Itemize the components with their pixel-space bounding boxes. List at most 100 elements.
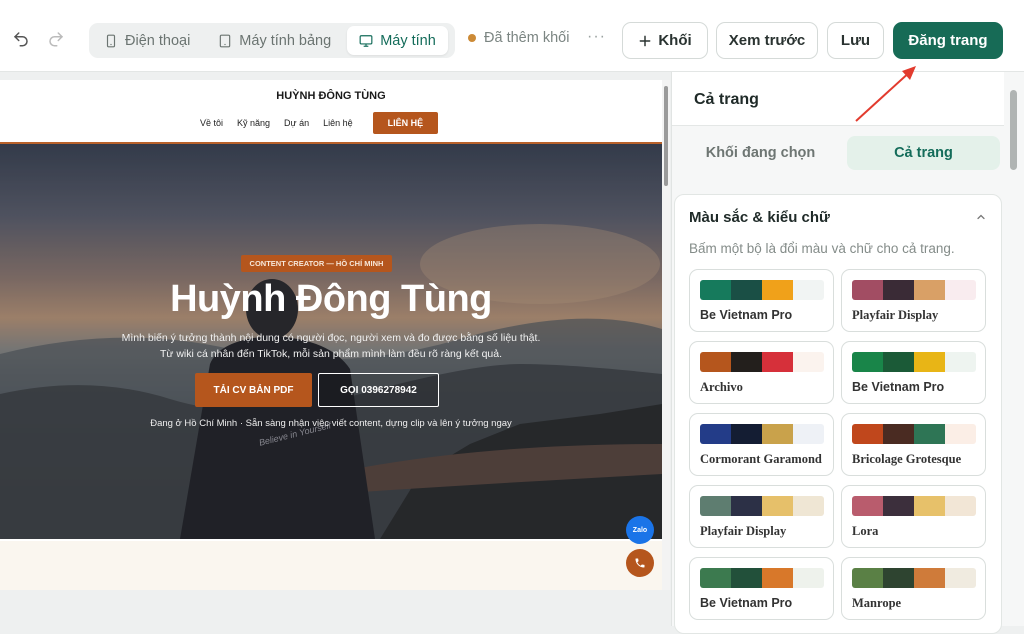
site-nav-item[interactable]: Liên hệ: [323, 118, 353, 128]
theme-swatches: [700, 280, 824, 300]
save-status: Đã thêm khối: [468, 30, 569, 46]
color-swatch: [883, 424, 914, 444]
panel-scroll-thumb[interactable]: [1010, 90, 1017, 170]
theme-font-name: Bricolage Grotesque: [852, 452, 962, 466]
theme-option[interactable]: Bricolage Grotesque: [841, 413, 986, 476]
color-swatch: [762, 568, 793, 588]
color-swatch: [945, 352, 976, 372]
color-swatch: [883, 280, 914, 300]
theme-section-title[interactable]: Màu sắc & kiểu chữ: [689, 209, 830, 226]
theme-option[interactable]: Playfair Display: [689, 485, 834, 548]
call-button[interactable]: GỌI 0396278942: [318, 373, 439, 407]
tab-whole-page[interactable]: Cả trang: [847, 136, 1000, 170]
theme-option[interactable]: Archivo: [689, 341, 834, 404]
color-swatch: [700, 568, 731, 588]
color-swatch: [945, 424, 976, 444]
phone-call-button[interactable]: [626, 549, 654, 577]
add-block-label: Khối: [658, 32, 692, 49]
color-swatch: [914, 496, 945, 516]
zalo-chat-button[interactable]: Zalo: [626, 516, 654, 544]
color-swatch: [731, 352, 762, 372]
color-swatch: [852, 280, 883, 300]
status-text: Đã thêm khối: [484, 30, 570, 46]
site-nav-item[interactable]: Về tôi: [200, 118, 223, 128]
hero-description: Mình biến ý tưởng thành nội dung có ngườ…: [80, 330, 582, 362]
theme-option[interactable]: Playfair Display: [841, 269, 986, 332]
color-swatch: [914, 280, 945, 300]
hero-title: Huỳnh Đông Tùng: [170, 278, 492, 320]
device-desktop-tab[interactable]: Máy tính: [347, 26, 448, 55]
desktop-icon: [359, 34, 373, 47]
color-swatch: [852, 352, 883, 372]
color-swatch: [700, 280, 731, 300]
publish-button[interactable]: Đăng trang: [893, 22, 1003, 59]
site-header[interactable]: HUỲNH ĐÔNG TÙNG Về tôi Kỹ năng Dự án Liê…: [0, 80, 662, 144]
panel-title: Cả trang: [672, 72, 1024, 126]
hero-section[interactable]: Believe in Yourself CONTENT CREATOR — HỒ…: [0, 144, 662, 539]
page-canvas[interactable]: HUỲNH ĐÔNG TÙNG Về tôi Kỹ năng Dự án Liê…: [0, 80, 662, 590]
panel-scrollbar[interactable]: [1004, 72, 1024, 626]
theme-swatches: [852, 424, 976, 444]
settings-panel: Cả trang Khối đang chọn Cả trang Màu sắc…: [671, 72, 1024, 634]
color-swatch: [731, 280, 762, 300]
color-swatch: [793, 568, 824, 588]
color-swatch: [914, 424, 945, 444]
site-nav-cta[interactable]: LIÊN HỆ: [372, 112, 439, 134]
device-tablet-tab[interactable]: Máy tính bảng: [206, 26, 343, 55]
theme-font-name: Lora: [852, 524, 879, 538]
canvas-scroll-thumb[interactable]: [664, 86, 668, 186]
preview-button[interactable]: Xem trước: [716, 22, 818, 59]
theme-swatches: [852, 280, 976, 300]
color-swatch: [945, 568, 976, 588]
site-name: HUỲNH ĐÔNG TÙNG: [276, 90, 386, 102]
theme-swatches: [700, 568, 824, 588]
theme-option[interactable]: Be Vietnam Pro: [689, 269, 834, 332]
hero-description-line: Từ wiki cá nhân đến TikTok, mỗi sản phẩm…: [159, 348, 503, 360]
save-button[interactable]: Lưu: [827, 22, 884, 59]
theme-option[interactable]: Cormorant Garamond: [689, 413, 834, 476]
next-section[interactable]: [0, 541, 662, 590]
hero-description-line: Mình biến ý tưởng thành nội dung có ngườ…: [121, 332, 541, 344]
status-dot: [468, 34, 476, 42]
download-cv-button[interactable]: TẢI CV BẢN PDF: [195, 373, 312, 407]
theme-swatches: [852, 568, 976, 588]
device-switcher: Điện thoại Máy tính bảng Máy tính: [89, 23, 455, 58]
theme-option[interactable]: Be Vietnam Pro: [841, 341, 986, 404]
color-swatch: [883, 352, 914, 372]
theme-swatches: [852, 496, 976, 516]
device-phone-tab[interactable]: Điện thoại: [92, 26, 202, 55]
color-swatch: [852, 568, 883, 588]
redo-icon[interactable]: [45, 28, 67, 50]
color-swatch: [793, 352, 824, 372]
hero-note: Đang ở Hồ Chí Minh · Sẵn sàng nhận việc …: [150, 418, 512, 429]
undo-icon[interactable]: [10, 28, 32, 50]
theme-option[interactable]: Be Vietnam Pro: [689, 557, 834, 620]
theme-swatches: [700, 424, 824, 444]
theme-font-name: Playfair Display: [700, 524, 787, 538]
tab-selected-block[interactable]: Khối đang chọn: [684, 136, 837, 170]
color-swatch: [945, 496, 976, 516]
site-nav-item[interactable]: Kỹ năng: [237, 118, 270, 128]
chevron-up-icon[interactable]: [975, 211, 987, 223]
theme-font-name: Cormorant Garamond: [700, 452, 822, 466]
color-swatch: [731, 424, 762, 444]
add-block-button[interactable]: Khối: [622, 22, 708, 59]
theme-swatches: [852, 352, 976, 372]
theme-font-name: Archivo: [700, 380, 743, 394]
color-swatch: [883, 496, 914, 516]
panel-scope-tabs: Khối đang chọn Cả trang: [684, 136, 1000, 170]
color-swatch: [793, 280, 824, 300]
color-swatch: [762, 424, 793, 444]
theme-option[interactable]: Lora: [841, 485, 986, 548]
theme-font-name: Be Vietnam Pro: [700, 308, 793, 322]
theme-option[interactable]: Manrope: [841, 557, 986, 620]
theme-font-name: Manrope: [852, 596, 902, 610]
color-swatch: [883, 568, 914, 588]
more-menu-icon[interactable]: ···: [587, 28, 606, 46]
site-nav-item[interactable]: Dự án: [284, 118, 309, 128]
canvas-scrollbar[interactable]: [662, 80, 670, 590]
theme-section: Màu sắc & kiểu chữ Bấm một bộ là đổi màu…: [674, 194, 1002, 634]
color-swatch: [700, 496, 731, 516]
color-swatch: [762, 280, 793, 300]
theme-swatches: [700, 352, 824, 372]
